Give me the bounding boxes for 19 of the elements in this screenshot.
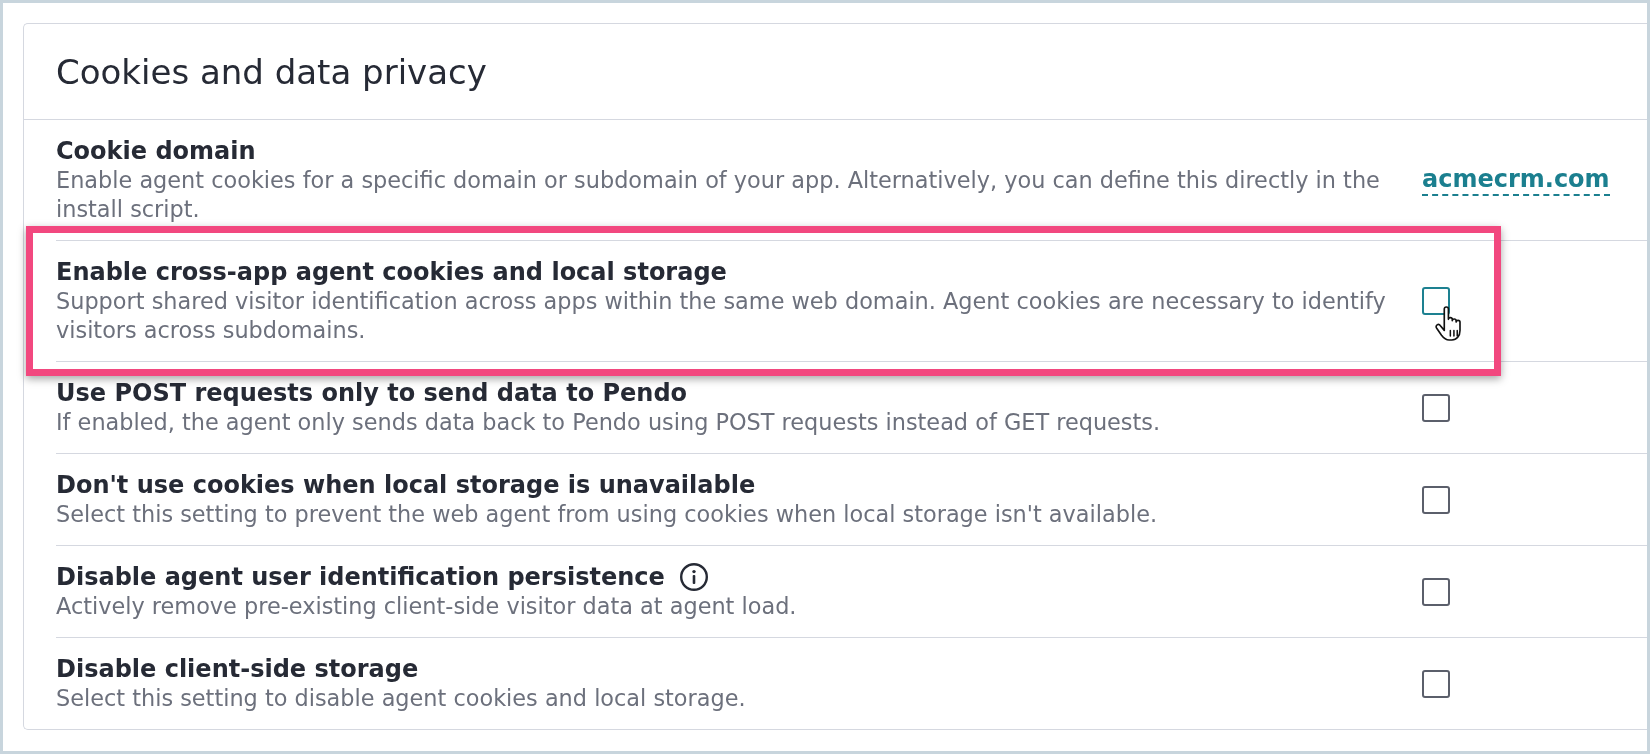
checkbox[interactable]	[1422, 669, 1450, 698]
checkbox[interactable]	[1422, 577, 1450, 606]
setting-description: Actively remove pre-existing client-side visitor data at agent load.	[56, 592, 798, 621]
setting-description: If enabled, the agent only sends data back to Pendo using POST requests instead of GET requests.	[56, 408, 1162, 437]
checkbox[interactable]	[1422, 393, 1450, 422]
setting-description: Enable agent cookies for a specific domain or subdomain of your app. Alternatively, you can define this directly in the install script.	[56, 166, 1381, 224]
checkbox[interactable]	[1422, 287, 1450, 315]
domain-link[interactable]: acmecrm.com	[1422, 164, 1610, 196]
section-title: Cookies and data privacy	[56, 51, 487, 92]
setting-title: Enable cross-app agent cookies and local storage	[56, 257, 727, 287]
setting-title: Disable agent user identification persistence	[56, 562, 665, 592]
setting-description: Support shared visitor identification across apps within the same web domain. Agent cookies are necessary to identify visitors across subdomains.	[56, 287, 1387, 345]
setting-title: Use POST requests only to send data to Pendo	[56, 378, 688, 408]
setting-title: Disable client-side storage	[56, 654, 419, 684]
setting-description: Select this setting to prevent the web agent from using cookies when local storage isn't available.	[56, 500, 1159, 529]
setting-title: Don't use cookies when local storage is unavailable	[56, 470, 756, 500]
setting-title: Cookie domain	[56, 136, 256, 166]
checkbox[interactable]	[1422, 485, 1450, 514]
setting-description: Select this setting to disable agent cookies and local storage.	[56, 684, 747, 713]
